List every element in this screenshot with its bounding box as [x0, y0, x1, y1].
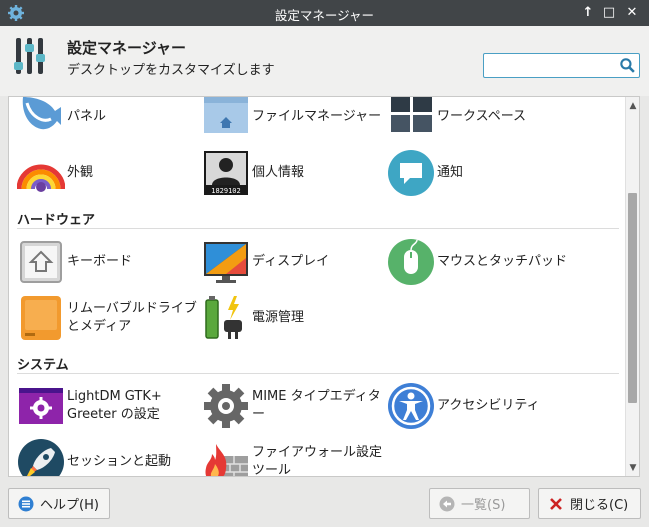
notifications-icon — [388, 150, 434, 196]
removable-drive-icon — [21, 296, 61, 340]
item-mime-editor[interactable]: MIME タイプエディター — [202, 380, 387, 432]
search-input[interactable] — [487, 56, 615, 75]
item-about-me-label: 個人情報 — [252, 165, 305, 180]
item-accessibility-label: アクセシビリティ — [437, 398, 540, 413]
item-session-startup-label: セッションと起動 — [67, 454, 172, 469]
item-display-label: ディスプレイ — [252, 254, 330, 269]
item-firewall[interactable]: ファイアウォール設定ツール — [202, 436, 387, 477]
item-workspaces-label: ワークスペース — [437, 109, 527, 124]
section-divider — [17, 373, 619, 374]
session-rocket-icon — [18, 439, 64, 476]
scrollbar-thumb[interactable] — [628, 193, 637, 403]
power-battery-icon — [205, 296, 242, 339]
header-subtitle: デスクトップをカスタマイズします — [67, 63, 275, 78]
window-title: 設定マネージャー — [274, 8, 375, 23]
item-firewall-label: ファイアウォール設定ツール — [252, 445, 383, 477]
item-keyboard-label: キーボード — [67, 254, 133, 269]
settings-manager-logo-icon — [14, 38, 45, 74]
item-appearance[interactable]: 外観 — [17, 147, 202, 199]
scroll-up-arrow-icon[interactable]: ▲ — [626, 99, 639, 113]
item-removable-drives[interactable]: リムーバブルドライブとメディア — [17, 292, 202, 344]
help-button-label: ヘルプ(H) — [40, 498, 99, 513]
item-mouse[interactable]: マウスとタッチパッド — [387, 236, 572, 288]
item-about-me[interactable]: 1829102 個人情報 — [202, 147, 387, 199]
item-display[interactable]: ディスプレイ — [202, 236, 387, 288]
item-panel-label: パネル — [67, 109, 107, 124]
mouse-icon — [388, 239, 434, 285]
scroll-down-arrow-icon[interactable]: ▼ — [626, 461, 639, 475]
appearance-rainbow-icon — [17, 164, 65, 192]
search-box[interactable] — [483, 53, 640, 78]
title-bar: 設定マネージャー ↑ □ ✕ — [0, 0, 649, 26]
vertical-scrollbar[interactable]: ▲ ▼ — [625, 97, 639, 476]
overview-button[interactable]: 一覧(S) — [429, 488, 530, 519]
overview-button-label: 一覧(S) — [461, 498, 506, 513]
header: 設定マネージャー デスクトップをカスタマイズします — [0, 26, 649, 96]
item-notifications-label: 通知 — [437, 165, 464, 180]
section-system-heading: システム — [17, 358, 69, 373]
help-button[interactable]: ヘルプ(H) — [8, 488, 110, 519]
about-me-badge-number: 1829102 — [211, 187, 241, 195]
settings-list: パネル ファイルマネージャー ワークスペース 外観 1829102 個人情報 通… — [8, 96, 640, 477]
item-mime-editor-label: MIME タイプエディター — [252, 389, 381, 422]
close-button[interactable]: 閉じる(C) — [538, 488, 641, 519]
item-keyboard[interactable]: キーボード — [17, 236, 202, 288]
item-notifications[interactable]: 通知 — [387, 147, 572, 199]
item-accessibility[interactable]: アクセシビリティ — [387, 380, 572, 432]
close-x-icon — [550, 497, 562, 510]
pin-button[interactable]: ↑ — [578, 3, 598, 23]
item-panel[interactable]: パネル — [17, 97, 202, 143]
item-lightdm-label: LightDM GTK+ Greeter の設定 — [67, 389, 162, 422]
item-power-label: 電源管理 — [252, 310, 305, 325]
item-workspaces[interactable]: ワークスペース — [387, 97, 572, 143]
back-arrow-icon — [439, 496, 455, 511]
item-file-manager-label: ファイルマネージャー — [252, 109, 382, 124]
folder-icon — [204, 97, 248, 133]
item-power[interactable]: 電源管理 — [202, 292, 387, 344]
display-icon — [204, 242, 248, 283]
firewall-icon — [205, 444, 248, 476]
about-me-id-icon: 1829102 — [204, 151, 248, 195]
close-window-button[interactable]: ✕ — [622, 3, 642, 23]
workspaces-icon — [391, 97, 432, 132]
item-appearance-label: 外観 — [67, 165, 94, 180]
section-divider — [17, 228, 619, 229]
accessibility-icon — [388, 383, 434, 429]
search-icon[interactable] — [619, 57, 636, 74]
item-lightdm[interactable]: LightDM GTK+ Greeter の設定 — [17, 380, 202, 432]
item-session-startup[interactable]: セッションと起動 — [17, 436, 202, 476]
panel-icon — [22, 97, 61, 130]
item-mouse-label: マウスとタッチパッド — [437, 254, 568, 269]
close-button-label: 閉じる(C) — [570, 498, 629, 513]
lightdm-settings-icon — [19, 388, 63, 424]
maximize-button[interactable]: □ — [599, 3, 619, 23]
mime-gear-icon — [204, 384, 248, 428]
section-hardware-heading: ハードウェア — [17, 213, 96, 228]
keyboard-icon — [20, 241, 62, 283]
item-removable-drives-label: リムーバブルドライブとメディア — [67, 301, 197, 334]
item-file-manager[interactable]: ファイルマネージャー — [202, 97, 387, 143]
help-icon — [18, 496, 34, 511]
header-title: 設定マネージャー — [67, 39, 186, 57]
